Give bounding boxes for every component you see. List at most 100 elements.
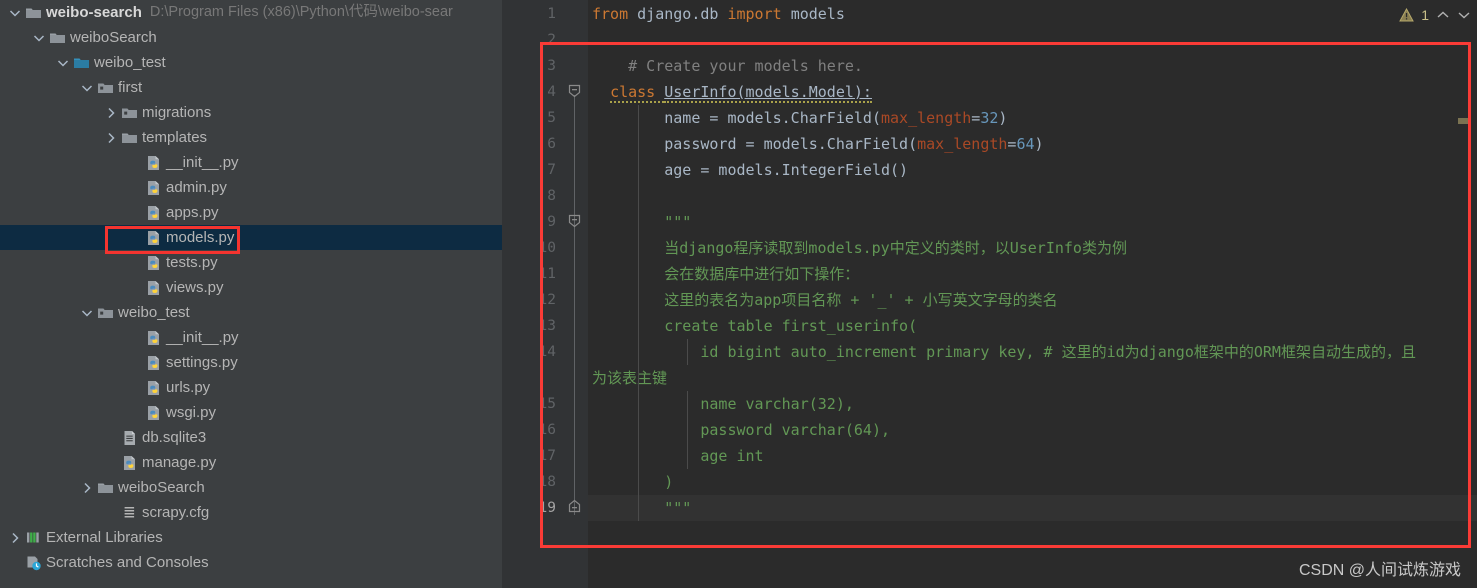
- line-number: 18: [538, 474, 556, 490]
- code-token: class: [610, 83, 665, 103]
- python-file-icon: [143, 280, 163, 296]
- tree-item-__init__.py[interactable]: __init__.py: [0, 325, 502, 350]
- inspection-widget[interactable]: 1: [1399, 4, 1471, 26]
- indent-guide: [638, 105, 639, 521]
- fold-end-marker-icon[interactable]: [567, 499, 582, 514]
- tree-item-weibo_test[interactable]: weibo_test: [0, 300, 502, 325]
- python-file-icon: [143, 330, 163, 346]
- code-line[interactable]: class UserInfo(models.Model):: [588, 79, 872, 105]
- code-line-wrapped[interactable]: 为该表主键: [588, 365, 667, 391]
- tree-item-models.py[interactable]: models.py: [0, 225, 502, 250]
- tree-item-first[interactable]: first: [0, 75, 502, 100]
- tree-item-manage.py[interactable]: manage.py: [0, 450, 502, 475]
- code-line[interactable]: 这里的表名为app项目名称 + '_' + 小写英文字母的类名: [588, 287, 1058, 313]
- code-token: ): [592, 473, 674, 491]
- folder-module-icon: [71, 55, 91, 70]
- chevron-up-icon[interactable]: [1436, 9, 1450, 21]
- tree-item-weibo-search[interactable]: weibo-search D:\Program Files (x86)\Pytho…: [0, 0, 502, 25]
- tree-item-__init__.py[interactable]: __init__.py: [0, 150, 502, 175]
- code-token: 当django程序读取到models.py中定义的类时，以UserInfo类为例: [592, 239, 1127, 257]
- python-file-icon: [119, 455, 139, 471]
- tree-item-migrations[interactable]: migrations: [0, 100, 502, 125]
- line-number: 7: [547, 162, 556, 178]
- code-editor[interactable]: 1 2 3 4 5 6 7 8 9 10 11 12 13 14 15 16 17 18 19 from djang…: [502, 0, 1477, 588]
- tree-item-label: urls.py: [166, 379, 211, 396]
- code-token: 64: [1016, 135, 1035, 153]
- code-line[interactable]: age = models.IntegerField(): [588, 157, 908, 183]
- warning-stripe-marker[interactable]: [1458, 118, 1469, 124]
- code-token: UserInfo(models.Model):: [664, 83, 872, 103]
- code-line[interactable]: age int: [588, 443, 764, 469]
- tree-item-settings.py[interactable]: settings.py: [0, 350, 502, 375]
- tree-item-scratches-and-consoles[interactable]: Scratches and Consoles: [0, 550, 502, 575]
- tree-item-urls.py[interactable]: urls.py: [0, 375, 502, 400]
- tree-item-templates[interactable]: templates: [0, 125, 502, 150]
- code-line[interactable]: 当django程序读取到models.py中定义的类时，以UserInfo类为例: [588, 235, 1127, 261]
- chevron-down-icon[interactable]: [78, 81, 95, 95]
- tree-item-weibo_test[interactable]: weibo_test: [0, 50, 502, 75]
- chevron-down-icon[interactable]: [30, 31, 47, 45]
- chevron-right-icon[interactable]: [78, 481, 95, 495]
- code-token: """: [592, 499, 692, 517]
- tree-item-label: first: [118, 79, 143, 96]
- chevron-right-icon[interactable]: [6, 531, 23, 545]
- line-number: 6: [547, 136, 556, 152]
- code-token: 这里的表名为app项目名称 + '_' + 小写英文字母的类名: [592, 291, 1058, 309]
- code-folding-gutter[interactable]: [562, 0, 588, 588]
- indent-guide: [687, 339, 688, 365]
- code-line[interactable]: from django.db import models: [588, 1, 845, 27]
- tree-item-label: wsgi.py: [166, 404, 217, 421]
- tree-item-label: db.sqlite3: [142, 429, 207, 446]
- tree-item-apps.py[interactable]: apps.py: [0, 200, 502, 225]
- code-line[interactable]: """: [588, 209, 691, 235]
- code-text-area[interactable]: from django.db import models # Create yo…: [588, 0, 1477, 588]
- chevron-down-icon[interactable]: [1457, 9, 1471, 21]
- tree-item-label: weibo_test: [94, 54, 166, 71]
- code-line[interactable]: # Create your models here.: [588, 53, 863, 79]
- chevron-down-icon[interactable]: [54, 56, 71, 70]
- tree-item-label: scrapy.cfg: [142, 504, 210, 521]
- code-line[interactable]: 会在数据库中进行如下操作：: [588, 261, 859, 287]
- code-line[interactable]: password = models.CharField(max_length=6…: [588, 131, 1044, 157]
- folder-package-icon: [95, 80, 115, 95]
- tree-item-label: views.py: [166, 279, 224, 296]
- code-token: age int: [592, 447, 764, 465]
- fold-collapse-marker-icon[interactable]: [567, 213, 582, 228]
- libraries-icon: [23, 530, 43, 545]
- project-tree-panel[interactable]: weibo-search D:\Program Files (x86)\Pytho…: [0, 0, 502, 588]
- chevron-down-icon[interactable]: [6, 6, 23, 20]
- tree-item-scrapy.cfg[interactable]: scrapy.cfg: [0, 500, 502, 525]
- code-line[interactable]: """: [588, 495, 1477, 521]
- folder-package-icon: [95, 305, 115, 320]
- code-line[interactable]: password varchar(64),: [588, 417, 890, 443]
- code-line[interactable]: [588, 27, 601, 53]
- code-line[interactable]: name = models.CharField(max_length=32): [588, 105, 1007, 131]
- chevron-down-icon[interactable]: [78, 306, 95, 320]
- python-file-icon: [143, 255, 163, 271]
- line-number: 16: [538, 422, 556, 438]
- fold-collapse-marker-icon[interactable]: [567, 83, 582, 98]
- watermark-text: CSDN @人间试炼游戏: [1298, 562, 1461, 579]
- folder-icon: [47, 30, 67, 45]
- chevron-right-icon[interactable]: [102, 131, 119, 145]
- code-token: id bigint auto_increment primary key, # …: [592, 343, 1416, 361]
- chevron-right-icon[interactable]: [102, 106, 119, 120]
- code-line[interactable]: name varchar(32),: [588, 391, 854, 417]
- code-line[interactable]: id bigint auto_increment primary key, # …: [588, 339, 1416, 365]
- python-file-icon: [143, 405, 163, 421]
- code-token: ): [1034, 135, 1044, 153]
- tree-item-weibosearch[interactable]: weiboSearch: [0, 475, 502, 500]
- code-token: from: [592, 5, 638, 23]
- line-number: 12: [538, 292, 556, 308]
- line-number: 11: [538, 266, 556, 282]
- code-token: """: [592, 213, 692, 231]
- code-line[interactable]: ): [588, 469, 673, 495]
- tree-item-views.py[interactable]: views.py: [0, 275, 502, 300]
- tree-item-external-libraries[interactable]: External Libraries: [0, 525, 502, 550]
- tree-item-admin.py[interactable]: admin.py: [0, 175, 502, 200]
- code-line[interactable]: [588, 183, 601, 209]
- tree-item-db.sqlite3[interactable]: db.sqlite3: [0, 425, 502, 450]
- tree-item-weibosearch[interactable]: weiboSearch: [0, 25, 502, 50]
- tree-item-wsgi.py[interactable]: wsgi.py: [0, 400, 502, 425]
- tree-item-tests.py[interactable]: tests.py: [0, 250, 502, 275]
